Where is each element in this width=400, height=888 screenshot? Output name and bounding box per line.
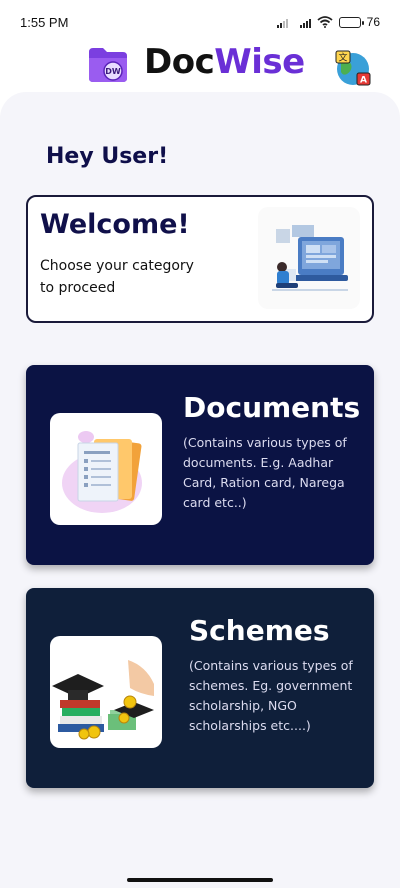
signal-icon	[276, 17, 288, 28]
welcome-title: Welcome!	[40, 209, 190, 240]
person-at-computer-illustration	[258, 207, 360, 309]
status-time: 1:55 PM	[20, 14, 69, 30]
welcome-subtitle: Choose your category to proceed	[40, 258, 194, 296]
main-panel: Hey User! Welcome! Choose your category …	[0, 92, 400, 888]
home-indicator[interactable]	[127, 878, 273, 882]
schemes-title: Schemes	[189, 614, 330, 647]
greeting-text: Hey User!	[46, 144, 169, 169]
schemes-category-card[interactable]: Schemes (Contains various types of schem…	[26, 588, 374, 788]
documents-description: (Contains various types of documents. E.…	[183, 435, 347, 510]
status-bar: 1:55 PM 76	[0, 0, 400, 44]
logo-text: DW	[105, 67, 121, 76]
app-title: DocWise	[144, 42, 305, 82]
svg-text:文: 文	[338, 52, 347, 64]
documents-folder-illustration	[50, 413, 162, 525]
folder-logo-icon: DW	[89, 48, 127, 82]
app-header: DW DocWise 文 A	[0, 42, 400, 86]
svg-text:A: A	[360, 76, 367, 86]
battery-icon	[338, 16, 364, 28]
documents-title: Documents	[183, 391, 361, 424]
documents-category-card[interactable]: Documents (Contains various types of doc…	[26, 365, 374, 565]
app-title-wise: Wise	[214, 42, 305, 82]
signal-icon	[299, 17, 311, 28]
status-icons: 76	[276, 15, 380, 29]
wifi-icon	[317, 16, 333, 28]
app-title-doc: Doc	[144, 42, 215, 82]
schemes-description: (Contains various types of schemes. Eg. …	[189, 658, 353, 733]
welcome-card: Welcome! Choose your category to proceed	[26, 195, 374, 323]
language-translate-icon[interactable]: 文 A	[333, 48, 373, 88]
battery-percent: 76	[366, 15, 380, 29]
scholarship-graduation-illustration	[50, 636, 162, 748]
